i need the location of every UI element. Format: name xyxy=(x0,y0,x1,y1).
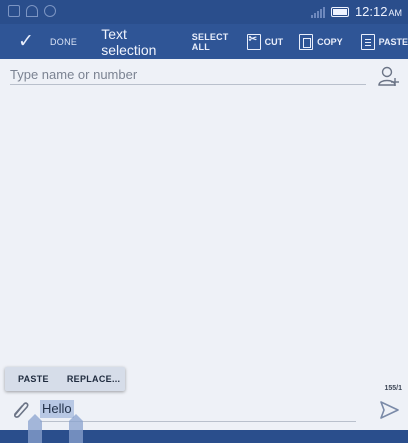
copy-label: COPY xyxy=(317,36,343,47)
recipient-input[interactable] xyxy=(10,65,366,83)
status-time: 12:12AM xyxy=(355,4,402,19)
done-label: DONE xyxy=(50,36,78,47)
add-contact-icon xyxy=(378,66,399,86)
done-button[interactable]: ✓ DONE xyxy=(18,24,77,59)
clock-ampm: AM xyxy=(388,8,403,18)
add-contact-button[interactable] xyxy=(378,64,400,88)
help-icon xyxy=(44,5,56,17)
gallery-notification-icon xyxy=(8,5,20,17)
send-icon xyxy=(380,401,399,419)
cut-button[interactable]: CUT xyxy=(246,33,284,50)
selection-end-handle[interactable] xyxy=(69,414,83,443)
cut-label: CUT xyxy=(264,36,284,47)
text-selection-action-bar: ✓ DONE Text selection SELECT ALL CUT COP… xyxy=(0,24,408,59)
paste-button[interactable]: PASTE xyxy=(360,33,408,50)
character-counter: 155/1 xyxy=(384,385,402,392)
cut-icon xyxy=(246,33,261,50)
popup-paste-button[interactable]: PASTE xyxy=(18,374,49,384)
conversation-area xyxy=(0,92,408,377)
selection-start-handle[interactable] xyxy=(28,414,42,443)
status-bar: 12:12AM xyxy=(0,0,408,24)
action-bar-title: Text selection xyxy=(101,25,157,58)
send-button[interactable] xyxy=(378,399,400,421)
copy-icon xyxy=(299,33,314,50)
wifi-icon xyxy=(26,5,38,17)
copy-button[interactable]: COPY xyxy=(299,33,343,50)
recipient-field xyxy=(10,65,366,85)
bottom-navigation-bar xyxy=(0,430,408,443)
check-icon: ✓ xyxy=(18,31,34,52)
select-all-button[interactable]: SELECT ALL xyxy=(192,32,233,52)
popup-replace-button[interactable]: REPLACE... xyxy=(67,374,121,384)
battery-icon xyxy=(330,6,349,17)
signal-icon xyxy=(310,6,325,18)
notification-icons xyxy=(8,5,56,17)
message-composer[interactable]: Hello xyxy=(40,400,356,422)
paste-label: PASTE xyxy=(378,36,408,47)
clock-time: 12:12 xyxy=(354,4,388,19)
selection-popup-menu: PASTE REPLACE... xyxy=(5,367,125,391)
paste-icon xyxy=(360,33,375,50)
